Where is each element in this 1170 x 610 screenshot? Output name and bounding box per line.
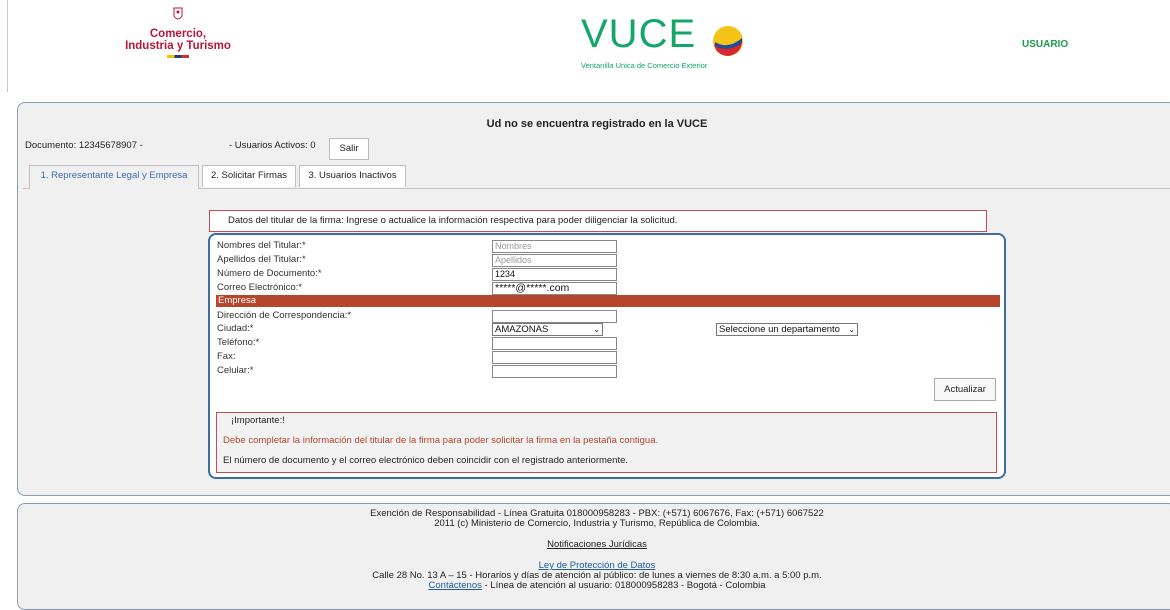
importante-heading: ¡Importante:! bbox=[231, 415, 285, 426]
vuce-globe-icon bbox=[713, 26, 743, 56]
contactenos-link[interactable]: Contáctenos bbox=[429, 580, 482, 591]
salir-button[interactable]: Salir bbox=[329, 138, 369, 160]
correo-input[interactable]: *****@*****.com bbox=[492, 282, 617, 295]
footer-notificaciones-wrap: Notificaciones Jurídicas bbox=[18, 539, 1170, 550]
celular-label: Celular:* bbox=[217, 365, 254, 376]
datos-titular-banner: Datos del titular de la firma: Ingrese o… bbox=[209, 210, 987, 232]
user-menu[interactable]: USUARIO bbox=[1022, 39, 1068, 50]
tab-representante-legal[interactable]: 1. Representante Legal y Empresa bbox=[29, 165, 199, 189]
footer-contact-line: Contáctenos - Línea de atención al usuar… bbox=[18, 580, 1170, 591]
ciudad-select[interactable]: AMAZONAS ⌄ bbox=[492, 323, 603, 336]
logo-text-line2: Industria y Turismo bbox=[125, 40, 231, 52]
main-panel: Ud no se encuentra registrado en la VUCE… bbox=[17, 102, 1170, 496]
flag-stripe bbox=[167, 55, 189, 58]
titular-form: Nombres del Titular:* Nombres Apellidos … bbox=[208, 233, 1006, 479]
vuce-subtitle: Ventanilla Unica de Comercio Exterior bbox=[581, 61, 708, 70]
telefono-input[interactable] bbox=[492, 337, 617, 350]
tab-usuarios-inactivos[interactable]: 3. Usuarios Inactivos bbox=[299, 165, 406, 187]
importante-warning-text: Debe completar la información del titula… bbox=[223, 435, 659, 446]
celular-input[interactable] bbox=[492, 365, 617, 378]
tab-bar: 1. Representante Legal y Empresa 2. Soli… bbox=[23, 163, 1170, 189]
coat-of-arms-icon bbox=[173, 7, 183, 20]
documento-label: Documento: 12345678907 - bbox=[25, 140, 143, 151]
importante-box: ¡Importante:! Debe completar la informac… bbox=[216, 412, 997, 473]
departamento-select-value: Seleccione un departamento bbox=[719, 324, 840, 335]
correo-label: Correo Electrónico:* bbox=[217, 282, 303, 293]
footer-contact-rest: - Línea de atención al usuario: 01800095… bbox=[481, 580, 766, 591]
chevron-down-icon: ⌄ bbox=[593, 325, 600, 334]
footer-copyright-line: 2011 (c) Ministerio de Comercio, Industr… bbox=[434, 518, 760, 529]
ministry-logo[interactable]: Comercio, Industria y Turismo bbox=[108, 6, 248, 58]
tab-solicitar-firmas[interactable]: 2. Solicitar Firmas bbox=[202, 165, 296, 187]
fax-label: Fax: bbox=[217, 351, 236, 362]
ciudad-label: Ciudad:* bbox=[217, 323, 254, 334]
vuce-logo[interactable]: VUCE Ventanilla Unica de Comercio Exteri… bbox=[581, 12, 751, 70]
fax-input[interactable] bbox=[492, 351, 617, 364]
apellidos-input[interactable]: Apellidos bbox=[492, 254, 617, 267]
page-title: Ud no se encuentra registrado en la VUCE bbox=[486, 118, 708, 130]
departamento-select[interactable]: Seleccione un departamento ⌄ bbox=[716, 323, 858, 336]
site-header: Comercio, Industria y Turismo VUCE Venta… bbox=[7, 0, 1170, 92]
logo-text-line1: Comercio, bbox=[149, 28, 207, 40]
apellidos-label: Apellidos del Titular:* bbox=[217, 254, 306, 265]
importante-note-text: El número de documento y el correo elect… bbox=[223, 455, 629, 466]
site-footer: Exención de Responsabilidad - Línea Grat… bbox=[17, 503, 1170, 610]
numero-documento-input[interactable]: 1234 bbox=[492, 268, 617, 281]
direccion-label: Dirección de Correspondencia:* bbox=[217, 310, 352, 321]
vuce-title: VUCE bbox=[581, 12, 697, 56]
chevron-down-icon: ⌄ bbox=[848, 325, 855, 334]
telefono-label: Teléfono:* bbox=[217, 337, 260, 348]
numero-documento-label: Número de Documento:* bbox=[217, 268, 322, 279]
direccion-input[interactable] bbox=[492, 310, 617, 323]
nombres-input[interactable]: Nombres bbox=[492, 240, 617, 253]
empresa-section-header: Empresa bbox=[216, 295, 1000, 307]
ciudad-select-value: AMAZONAS bbox=[495, 324, 549, 335]
notificaciones-link[interactable]: Notificaciones Jurídicas bbox=[547, 539, 647, 550]
usuarios-activos-label: - Usuarios Activos: 0 bbox=[229, 140, 316, 151]
actualizar-button[interactable]: Actualizar bbox=[934, 378, 996, 401]
nombres-label: Nombres del Titular:* bbox=[217, 240, 306, 251]
